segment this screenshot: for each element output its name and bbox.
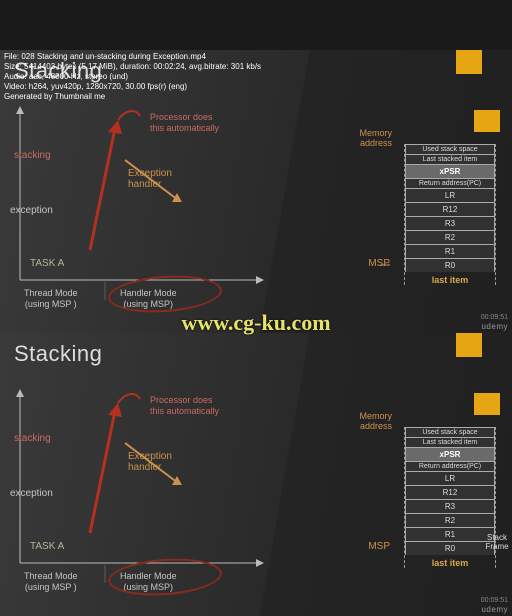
meta-line: Generated by Thumbnail me xyxy=(4,92,261,102)
exception-label: exception xyxy=(10,205,53,216)
stack-row: R3 xyxy=(405,216,495,230)
stack-row: R12 xyxy=(405,202,495,216)
stack-row: xPSR xyxy=(405,447,495,461)
meta-line: Size: 5414403 bytes (5.17 MiB), duration… xyxy=(4,62,261,72)
red-circle-annotation xyxy=(107,555,223,599)
meta-line: Video: h264, yuv420p, 1280x720, 30.00 fp… xyxy=(4,82,261,92)
orange-accent xyxy=(474,110,500,132)
meta-line: File: 028 Stacking and un-stacking durin… xyxy=(4,52,261,62)
processor-note: Processor doesthis automatically xyxy=(150,395,219,417)
watermark: www.cg-ku.com xyxy=(181,310,330,336)
stack-row: R2 xyxy=(405,230,495,244)
meta-line: Audio: aac, 48000 Hz, stereo (und) xyxy=(4,72,261,82)
stack-row: R0 xyxy=(405,258,495,272)
exception-handler-label: Exceptionhandler xyxy=(128,451,172,473)
exception-label: exception xyxy=(10,488,53,499)
exception-handler-label: Exceptionhandler xyxy=(128,168,172,190)
processor-note: Processor doesthis automatically xyxy=(150,112,219,134)
orange-accent xyxy=(474,393,500,415)
stack-row: R1 xyxy=(405,244,495,258)
stack-row: R12 xyxy=(405,485,495,499)
stack-row: Return address(PC) xyxy=(405,178,495,188)
stack-frame-label: StackFrame xyxy=(482,533,512,551)
memory-address-label: Memoryaddress xyxy=(359,128,392,148)
stacking-label: stacking xyxy=(14,150,51,161)
stack-row: R2 xyxy=(405,513,495,527)
last-item-label: last item xyxy=(405,555,495,568)
last-item-label: last item xyxy=(405,272,495,285)
stack-frame-table: Used stack space Last stacked item xPSR … xyxy=(404,144,496,285)
stack-row: Used stack space xyxy=(405,427,495,437)
task-a-label: TASK A xyxy=(30,258,64,269)
stack-row: xPSR xyxy=(405,164,495,178)
stack-row: LR xyxy=(405,471,495,485)
file-metadata: File: 028 Stacking and un-stacking durin… xyxy=(4,52,261,102)
stack-row: Last stacked item xyxy=(405,437,495,447)
msp-label: MSP xyxy=(368,541,390,552)
stack-row: Used stack space xyxy=(405,144,495,154)
thread-mode-label: Thread Mode(using MSP ) xyxy=(24,571,78,593)
slide-title: Stacking xyxy=(14,341,102,367)
stacking-label: stacking xyxy=(14,433,51,444)
orange-accent xyxy=(456,333,482,357)
timestamp: 00:09:51 xyxy=(481,314,508,321)
task-a-label: TASK A xyxy=(30,541,64,552)
slide-2: Stacking stacking exception Processor do… xyxy=(0,333,512,616)
stack-row: Return address(PC) xyxy=(405,461,495,471)
msp-label: MSP xyxy=(368,258,390,269)
stack-row: Last stacked item xyxy=(405,154,495,164)
thread-mode-label: Thread Mode(using MSP ) xyxy=(24,288,78,310)
brand-label: udemy xyxy=(481,322,508,331)
orange-accent xyxy=(456,50,482,74)
stack-row: LR xyxy=(405,188,495,202)
timestamp: 00:09:51 xyxy=(481,597,508,604)
brand-label: udemy xyxy=(481,605,508,614)
stack-row: R3 xyxy=(405,499,495,513)
memory-address-label: Memoryaddress xyxy=(359,411,392,431)
